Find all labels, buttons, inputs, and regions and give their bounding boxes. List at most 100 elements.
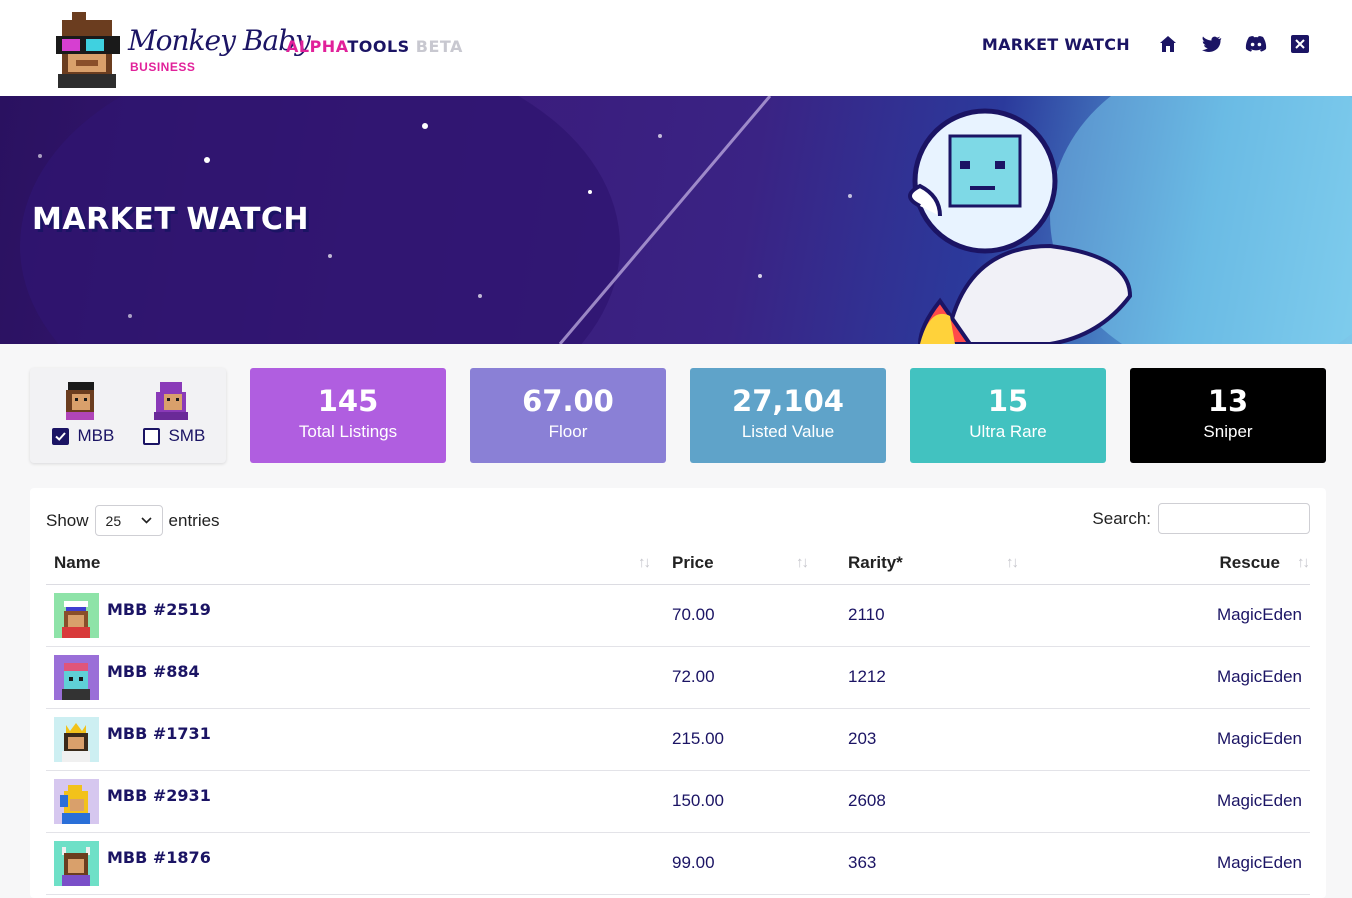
nft-thumbnail[interactable] xyxy=(54,778,99,824)
rescue-link[interactable]: MagicEden xyxy=(1042,646,1310,709)
mbb-checkbox[interactable] xyxy=(52,427,69,445)
search-control: Search: xyxy=(1092,503,1310,534)
entries-select-value: 25 xyxy=(105,512,122,529)
monkey-logo-icon[interactable] xyxy=(48,10,126,88)
column-header-label: Name xyxy=(54,552,101,572)
stat-sniper: 13 Sniper xyxy=(1130,368,1326,463)
stat-label: Floor xyxy=(548,422,588,441)
tools-text: TOOLS xyxy=(347,37,410,56)
stat-label: Ultra Rare xyxy=(969,422,1047,441)
sort-icon[interactable]: ↑↓ xyxy=(1006,554,1019,571)
column-header-label: Rarity* xyxy=(848,552,903,572)
nft-name[interactable]: MBB #1731 xyxy=(107,724,211,743)
smb-checkbox-label: SMB xyxy=(168,426,206,445)
nft-thumbnail[interactable] xyxy=(54,716,99,762)
rescue-link[interactable]: MagicEden xyxy=(1042,584,1310,647)
twitter-icon[interactable] xyxy=(1200,32,1224,56)
stat-value: 13 xyxy=(1207,384,1249,418)
rescue-link[interactable]: MagicEden xyxy=(1042,832,1310,895)
mbb-filter[interactable]: MBB xyxy=(52,426,114,446)
beta-text: BETA xyxy=(409,37,463,56)
stat-value: 67.00 xyxy=(522,384,614,418)
logo-text[interactable]: Monkey Baby xyxy=(128,24,311,57)
rarity-cell: 2110 xyxy=(832,584,1042,647)
smb-avatar-icon xyxy=(154,382,188,420)
entries-select[interactable]: 25 xyxy=(94,505,163,536)
top-header: Monkey Baby BUSINESS ALPHATOOLS BETA MAR… xyxy=(0,0,1352,96)
rescue-link[interactable]: MagicEden xyxy=(1042,770,1310,833)
stat-value: 145 xyxy=(317,384,379,418)
chevron-down-icon xyxy=(140,517,152,524)
x-icon[interactable] xyxy=(1288,32,1312,56)
name-cell: MBB #1731 xyxy=(46,708,636,771)
rarity-cell: 363 xyxy=(832,832,1042,895)
nft-item[interactable]: MBB #2931 xyxy=(46,778,636,824)
column-header-name[interactable]: Name ↑↓ xyxy=(46,542,651,585)
stat-ultra-rare: 15 Ultra Rare xyxy=(910,368,1106,463)
alphatools-badge: ALPHATOOLS BETA xyxy=(286,37,463,56)
stat-listed-value: 27,104 Listed Value xyxy=(690,368,886,463)
entries-label: entries xyxy=(168,510,220,530)
table-row[interactable]: MBB #1876 99.00 363 MagicEden xyxy=(46,832,1310,895)
column-header-rescue[interactable]: Rescue ↑↓ xyxy=(1042,542,1310,585)
table-header-row: Name ↑↓ Price ↑↓ Rarity* ↑↓ Rescue ↑↓ xyxy=(46,542,1310,585)
price-cell: 99.00 xyxy=(636,832,832,895)
nft-name[interactable]: MBB #884 xyxy=(107,662,200,681)
nft-name[interactable]: MBB #2519 xyxy=(107,600,211,619)
smb-checkbox[interactable] xyxy=(143,427,160,445)
nft-name[interactable]: MBB #1876 xyxy=(107,848,211,867)
rarity-cell: 2608 xyxy=(832,770,1042,833)
stat-value: 15 xyxy=(987,384,1029,418)
table-row[interactable]: MBB #1731 215.00 203 MagicEden xyxy=(46,708,1310,771)
table-row[interactable]: MBB #2931 150.00 2608 MagicEden xyxy=(46,770,1310,833)
nft-item[interactable]: MBB #2519 xyxy=(46,592,636,638)
rarity-cell: 1212 xyxy=(832,646,1042,709)
logo-subtitle: BUSINESS xyxy=(130,60,196,74)
top-nav: MARKET WATCH xyxy=(982,32,1312,56)
nft-item[interactable]: MBB #1731 xyxy=(46,716,636,762)
nft-thumbnail[interactable] xyxy=(54,654,99,700)
stat-label: Total Listings xyxy=(298,422,398,441)
hero-title: MARKET WATCH xyxy=(32,202,310,237)
nft-item[interactable]: MBB #1876 xyxy=(46,840,636,886)
column-header-label: Rescue xyxy=(1219,552,1280,572)
name-cell: MBB #2931 xyxy=(46,770,636,833)
table-row[interactable]: MBB #884 72.00 1212 MagicEden xyxy=(46,646,1310,709)
table-row[interactable]: MBB #2519 70.00 2110 MagicEden xyxy=(46,584,1310,647)
nft-thumbnail[interactable] xyxy=(54,840,99,886)
nft-item[interactable]: MBB #884 xyxy=(46,654,636,700)
stat-label: Listed Value xyxy=(741,422,835,441)
column-header-rarity[interactable]: Rarity* ↑↓ xyxy=(832,542,1042,585)
price-cell: 72.00 xyxy=(636,646,832,709)
home-icon[interactable] xyxy=(1156,32,1180,56)
alpha-text: ALPHA xyxy=(286,37,348,56)
mbb-checkbox-label: MBB xyxy=(77,426,115,445)
stat-total-listings: 145 Total Listings xyxy=(250,368,446,463)
nft-name[interactable]: MBB #2931 xyxy=(107,786,211,805)
nft-thumbnail[interactable] xyxy=(54,592,99,638)
search-input[interactable] xyxy=(1158,503,1310,534)
entries-control: Show 25 entries xyxy=(46,505,220,536)
nav-market-watch[interactable]: MARKET WATCH xyxy=(982,35,1130,54)
discord-icon[interactable] xyxy=(1244,32,1268,56)
price-cell: 150.00 xyxy=(636,770,832,833)
stat-label: Sniper xyxy=(1203,422,1253,441)
astronaut-rocket-image xyxy=(908,108,1133,344)
sort-icon[interactable]: ↑↓ xyxy=(796,554,809,571)
sort-icon[interactable]: ↑↓ xyxy=(1297,554,1310,571)
stat-floor: 67.00 Floor xyxy=(470,368,666,463)
column-header-price[interactable]: Price ↑↓ xyxy=(636,542,832,585)
rescue-link[interactable]: MagicEden xyxy=(1042,708,1310,771)
name-cell: MBB #2519 xyxy=(46,584,636,647)
price-cell: 70.00 xyxy=(636,584,832,647)
hero-banner: MARKET WATCH xyxy=(0,96,1352,344)
mbb-avatar-icon xyxy=(66,382,94,420)
name-cell: MBB #1876 xyxy=(46,832,636,895)
price-cell: 215.00 xyxy=(636,708,832,771)
stat-value: 27,104 xyxy=(732,384,844,418)
listings-table: Name ↑↓ Price ↑↓ Rarity* ↑↓ Rescue ↑↓ MB… xyxy=(46,542,1310,895)
smb-filter[interactable]: SMB xyxy=(143,426,205,446)
show-label: Show xyxy=(46,510,89,530)
search-label: Search: xyxy=(1092,508,1151,528)
collection-filter: MBB SMB xyxy=(30,368,226,463)
